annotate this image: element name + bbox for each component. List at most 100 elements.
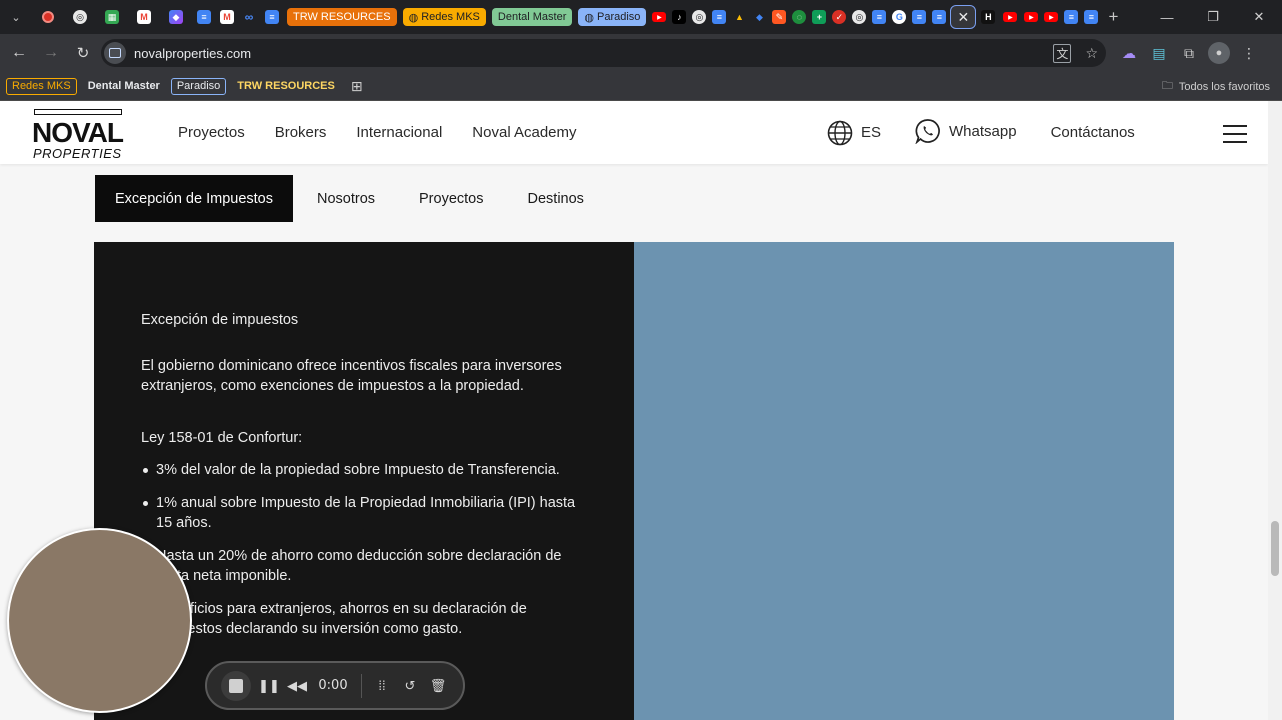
- tab-diamond[interactable]: ◆: [750, 5, 768, 29]
- bookmarks-bar: Redes MKS Dental Master Paradiso TRW RES…: [0, 72, 1282, 101]
- site-info-icon[interactable]: [104, 42, 126, 64]
- tab-proyectos[interactable]: Proyectos: [399, 175, 503, 222]
- bookmark-paradiso[interactable]: Paradiso: [170, 77, 227, 95]
- translate-icon[interactable]: 文: [1053, 43, 1072, 63]
- tab-redes-mks[interactable]: ◍ Redes MKS: [402, 8, 486, 26]
- nav-proyectos[interactable]: Proyectos: [178, 124, 245, 141]
- hamburger-menu-icon[interactable]: [1223, 125, 1247, 143]
- bookmark-star-icon[interactable]: ☆: [1085, 45, 1098, 62]
- url-text[interactable]: novalproperties.com: [134, 46, 251, 61]
- close-window-button[interactable]: ✕: [1236, 0, 1282, 34]
- tab-trw-resources[interactable]: TRW RESOURCES: [287, 8, 397, 26]
- tab-plus[interactable]: +: [810, 5, 828, 29]
- tab-docs-3[interactable]: ≡: [710, 5, 728, 29]
- tab-docs-8[interactable]: ≡: [1082, 5, 1100, 29]
- tab-youtube-4[interactable]: ▶: [1042, 5, 1060, 29]
- tab-h[interactable]: H: [978, 5, 998, 29]
- noval-logo[interactable]: NOVAL PROPERTIES: [32, 109, 128, 161]
- extensions-puzzle-icon[interactable]: ⧉: [1178, 42, 1200, 64]
- back-button[interactable]: ←: [4, 38, 34, 68]
- record-icon: [42, 11, 54, 23]
- tab-sheets[interactable]: ▦: [97, 5, 127, 29]
- restart-button[interactable]: ↺: [396, 671, 424, 701]
- tab-docs-7[interactable]: ≡: [1062, 5, 1080, 29]
- tab-excepcion-impuestos[interactable]: Excepción de Impuestos: [95, 175, 293, 222]
- delete-button[interactable]: 🗑: [424, 671, 452, 701]
- tab-active-close[interactable]: ✕: [950, 5, 977, 29]
- section-tabs: Excepción de Impuestos Nosotros Proyecto…: [95, 175, 608, 222]
- docs-icon: ≡: [712, 10, 727, 24]
- docs-icon: ≡: [932, 10, 947, 24]
- tab-green[interactable]: ◌: [790, 5, 808, 29]
- site-header: NOVAL PROPERTIES Proyectos Brokers Inter…: [0, 101, 1268, 164]
- tab-docs-6[interactable]: ≡: [930, 5, 948, 29]
- docs-icon: ≡: [1064, 10, 1079, 24]
- tab-openai-2[interactable]: ◎: [690, 5, 708, 29]
- new-tab-button[interactable]: +: [1101, 7, 1125, 27]
- minimize-button[interactable]: —: [1144, 0, 1190, 34]
- stop-recording-button[interactable]: [221, 670, 251, 701]
- tab-check[interactable]: ✓: [830, 5, 848, 29]
- browser-menu-icon[interactable]: ⋮: [1238, 42, 1260, 64]
- globe-icon: [827, 120, 853, 145]
- forward-button[interactable]: →: [36, 38, 66, 68]
- tab-ads[interactable]: ▲: [730, 5, 748, 29]
- tab-app[interactable]: ◆: [161, 5, 191, 29]
- orange-app-icon: ✎: [772, 10, 787, 24]
- whatsapp-link[interactable]: Whatsapp: [915, 118, 1017, 144]
- all-bookmarks[interactable]: 🗀 Todos los favoritos: [1162, 72, 1270, 101]
- restore-button[interactable]: ❐: [1190, 0, 1236, 34]
- logo-word: NOVAL: [32, 117, 124, 148]
- apps-grid-icon[interactable]: ⊞: [346, 78, 368, 95]
- tab-google[interactable]: G: [890, 5, 908, 29]
- extension-book-icon[interactable]: ▤: [1148, 42, 1170, 64]
- bookmark-dental-master[interactable]: Dental Master: [83, 78, 165, 95]
- tab-dental-master[interactable]: Dental Master: [491, 8, 573, 26]
- reload-button[interactable]: ↻: [68, 38, 98, 68]
- tab-search-button[interactable]: ⌄: [0, 0, 32, 34]
- tab-openai-3[interactable]: ◎: [850, 5, 868, 29]
- tab-youtube-1[interactable]: ▶: [650, 5, 668, 29]
- tab-docs-2[interactable]: ≡: [261, 5, 283, 29]
- tab-docs-4[interactable]: ≡: [870, 5, 888, 29]
- tab-meta[interactable]: ∞: [239, 5, 259, 29]
- bookmark-redes-mks[interactable]: Redes MKS: [6, 77, 77, 95]
- language-selector[interactable]: ES: [827, 120, 881, 146]
- tab-youtube-3[interactable]: ▶: [1022, 5, 1040, 29]
- tab-record[interactable]: [33, 5, 63, 29]
- tab-docs-5[interactable]: ≡: [910, 5, 928, 29]
- profile-avatar[interactable]: ●: [1208, 42, 1230, 64]
- tab-redes-mks-label: Redes MKS: [421, 11, 480, 23]
- bookmark-trw-resources[interactable]: TRW RESOURCES: [232, 78, 340, 95]
- tab-youtube-2[interactable]: ▶: [1000, 5, 1020, 29]
- tab-docs-1[interactable]: ≡: [193, 5, 215, 29]
- main-nav: Proyectos Brokers Internacional Noval Ac…: [178, 101, 577, 164]
- rewind-icon: ◀◀: [287, 677, 307, 693]
- page-scrollbar[interactable]: [1268, 101, 1282, 720]
- tab-tiktok[interactable]: ♪: [670, 5, 688, 29]
- tab-nosotros[interactable]: Nosotros: [297, 175, 395, 222]
- header-actions: ES Whatsapp Contáctanos: [827, 101, 1169, 164]
- tab-destinos[interactable]: Destinos: [508, 175, 604, 222]
- rewind-button[interactable]: ◀◀: [283, 671, 311, 701]
- tab-gmail-2[interactable]: M: [217, 5, 237, 29]
- docs-icon: ≡: [912, 10, 927, 24]
- tab-gmail[interactable]: M: [129, 5, 159, 29]
- tab-paradiso[interactable]: ◍ Paradiso: [578, 8, 647, 26]
- nav-noval-academy[interactable]: Noval Academy: [472, 124, 576, 141]
- webcam-bubble[interactable]: [7, 528, 192, 713]
- address-bar[interactable]: novalproperties.com 文 ☆: [101, 39, 1106, 67]
- contact-link[interactable]: Contáctanos: [1051, 124, 1135, 141]
- h-icon: H: [981, 10, 996, 24]
- tab-openai[interactable]: ◎: [65, 5, 95, 29]
- extension-cloud-icon[interactable]: ☁: [1118, 42, 1140, 64]
- tab-orange[interactable]: ✎: [770, 5, 788, 29]
- nav-brokers[interactable]: Brokers: [275, 124, 327, 141]
- pause-button[interactable]: ❚❚: [255, 671, 283, 701]
- grid-button[interactable]: ⁞⁞: [368, 671, 396, 701]
- browser-tab-strip: ⌄ ◎ ▦ M ◆ ≡ M ∞ ≡ TRW RESOURCES ◍ Redes M…: [0, 0, 1282, 34]
- tiktok-icon: ♪: [672, 10, 687, 24]
- nav-internacional[interactable]: Internacional: [356, 124, 442, 141]
- whatsapp-icon: [915, 119, 940, 144]
- scrollbar-thumb[interactable]: [1271, 521, 1279, 576]
